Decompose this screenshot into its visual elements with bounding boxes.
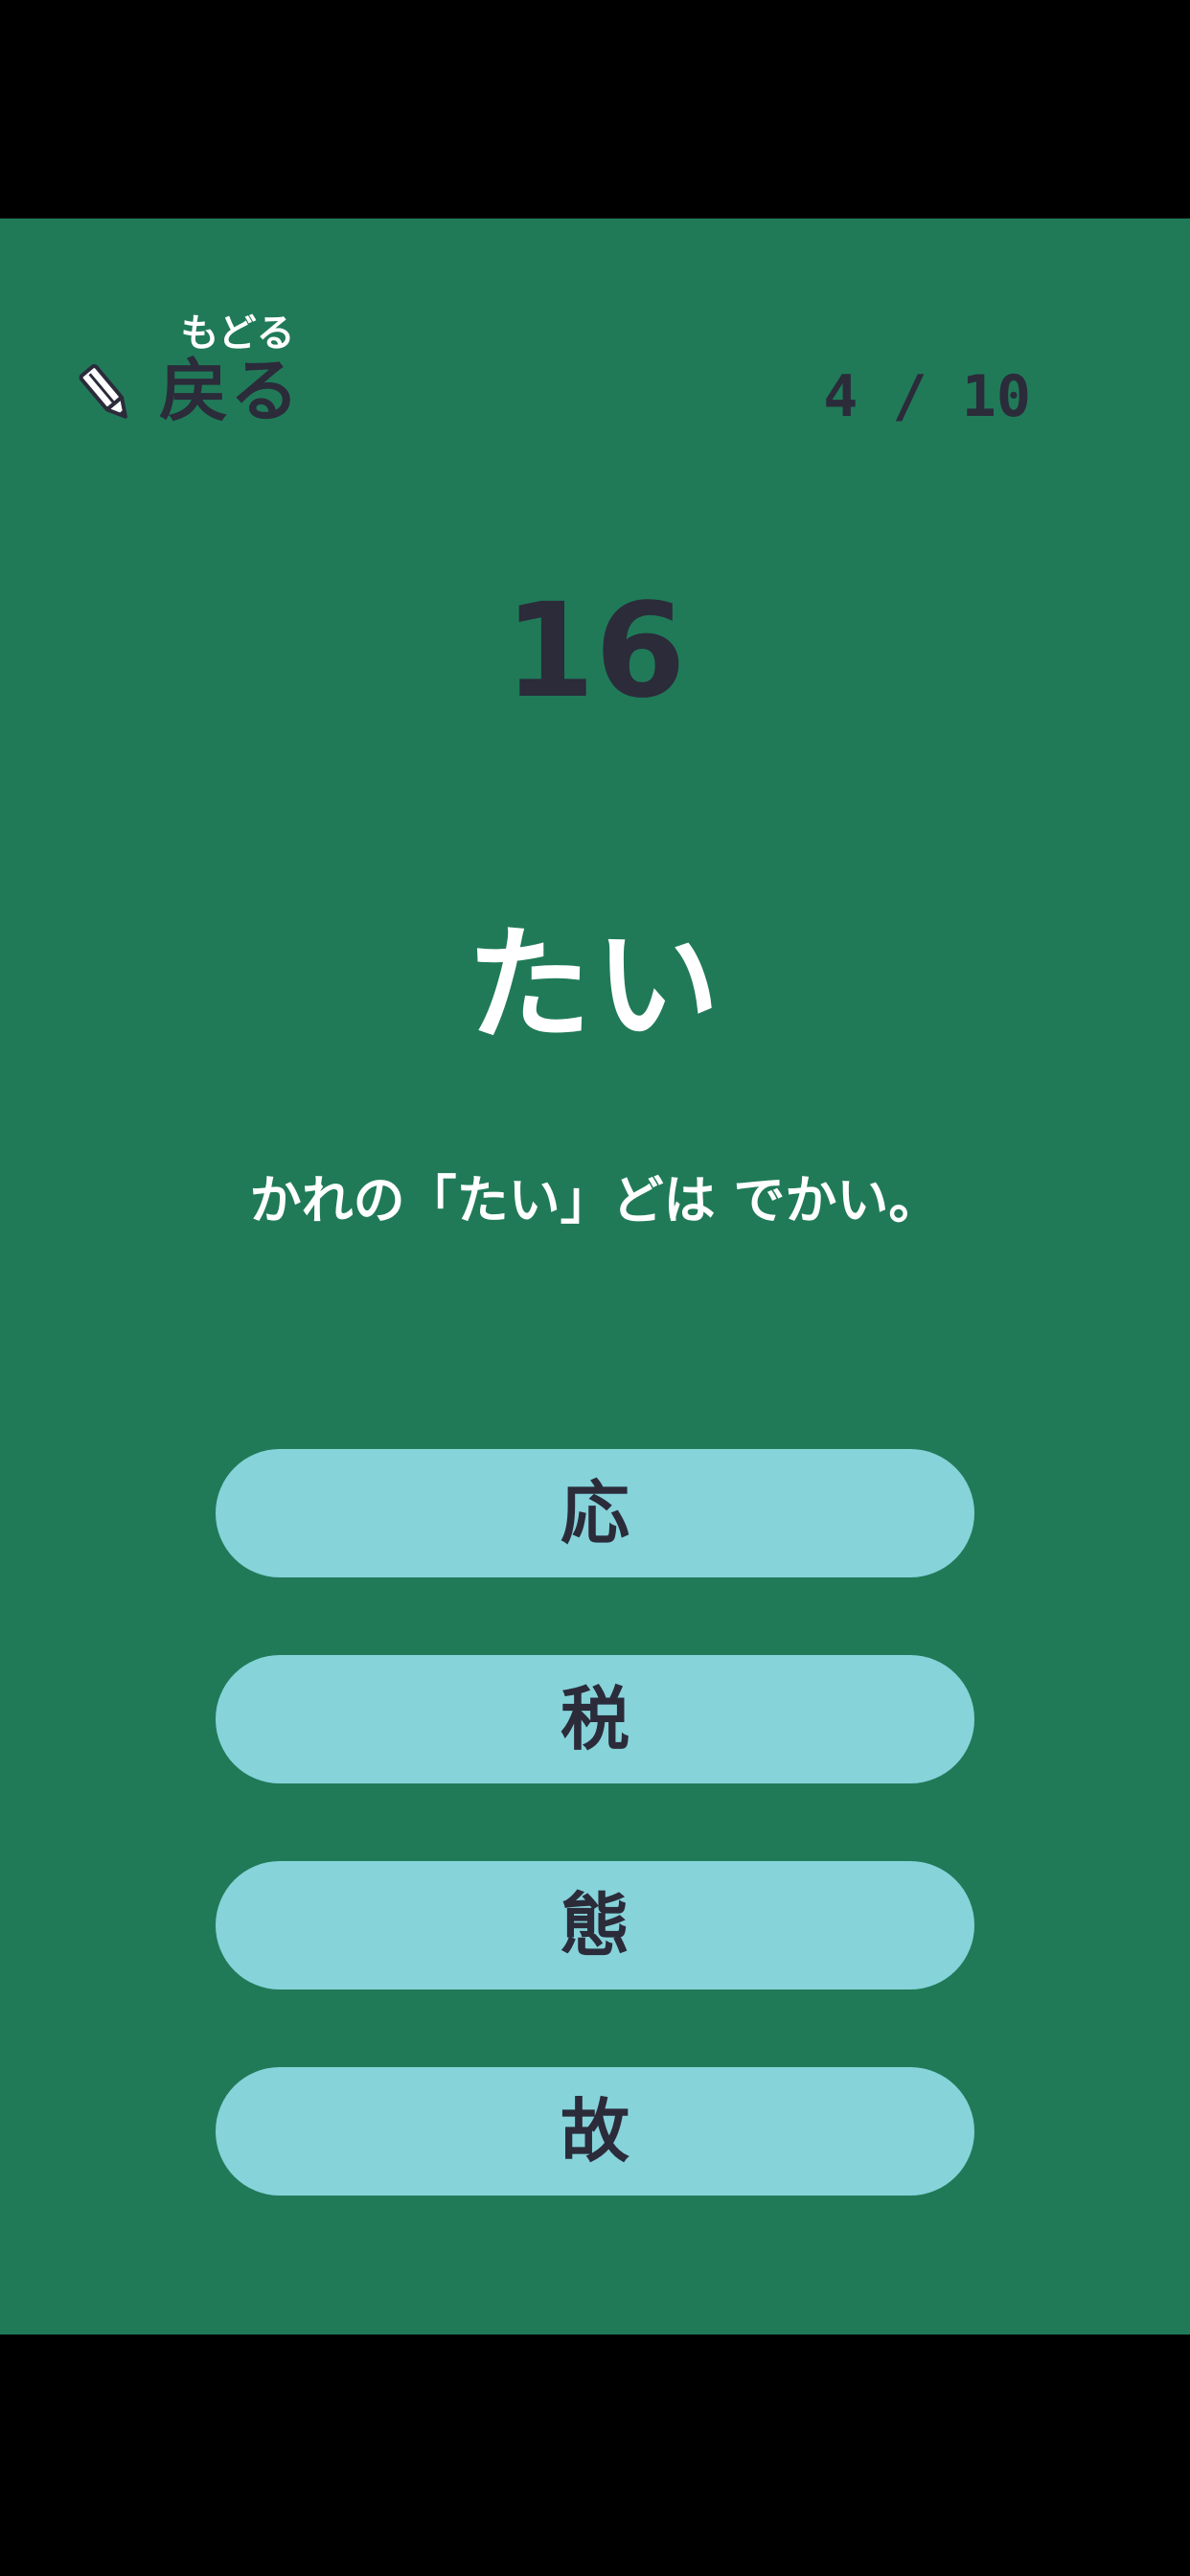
choice-button-2[interactable]: 税 [216, 1655, 974, 1783]
choice-button-1[interactable]: 応 [216, 1449, 974, 1577]
question-progress: 4 / 10 [823, 363, 1031, 430]
back-label: 戻る [159, 351, 302, 431]
choice-button-3[interactable]: 態 [216, 1861, 974, 1990]
answer-choices: 応 税 態 故 [216, 1449, 974, 2273]
countdown-timer: 16 [504, 576, 686, 727]
bottom-black-bar [0, 2334, 1190, 2576]
choice-button-4[interactable]: 故 [216, 2067, 974, 2196]
kanji-reading: たい [466, 912, 723, 1058]
pencil-icon [79, 364, 127, 419]
quiz-screen: もどる 戻る 4 / 10 16 たい かれの「たい」どは でかい。 応 税 態… [0, 218, 1190, 2334]
example-sentence: かれの「たい」どは でかい。 [249, 1170, 941, 1230]
back-button[interactable]: もどる 戻る [79, 310, 328, 445]
top-black-bar [0, 0, 1190, 218]
